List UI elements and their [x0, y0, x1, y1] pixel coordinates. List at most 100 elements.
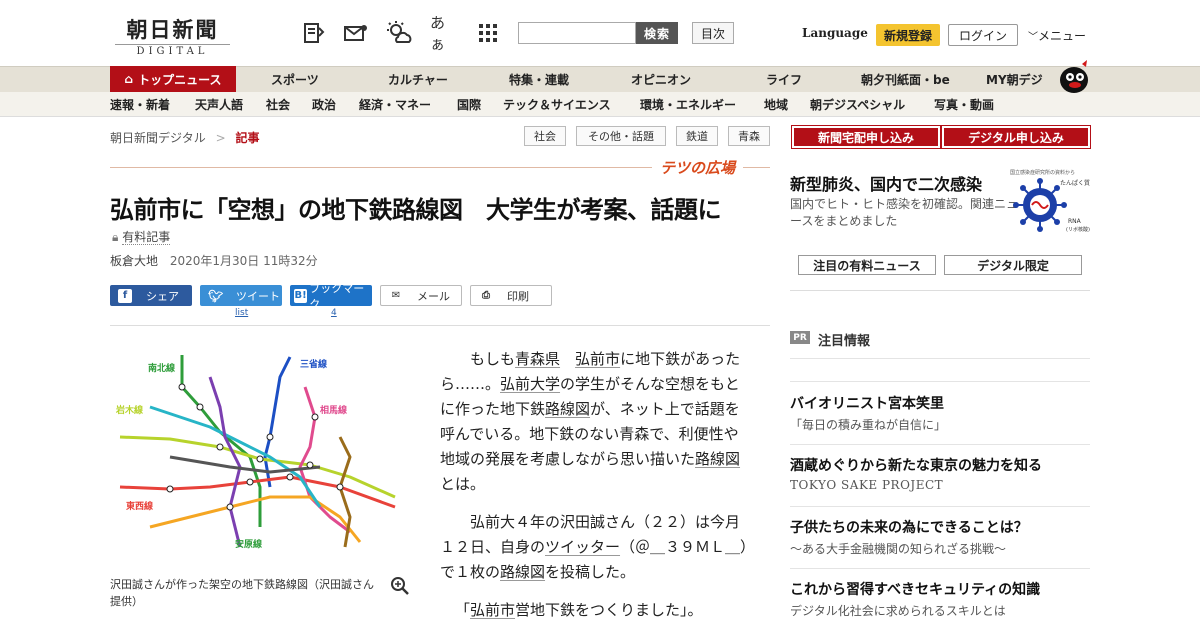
pr-item-title[interactable]: これから習得すべきセキュリティの知識 [790, 579, 1040, 599]
toc-button[interactable]: 目次 [692, 22, 734, 44]
font-size-icon[interactable]: あぁ [430, 14, 458, 53]
language-link[interactable]: Language [802, 26, 868, 40]
digital-exclusive-link[interactable]: デジタル限定 [944, 255, 1082, 275]
weather-icon[interactable] [385, 19, 413, 47]
font-size-label: あぁ [430, 14, 446, 53]
subnav-economy[interactable]: 経済・マネー [359, 92, 431, 117]
subnav-photo-video[interactable]: 写真・動画 [934, 92, 994, 117]
keyword-link[interactable]: 青森県 [515, 350, 560, 368]
article-body: もしも青森県 弘前市に地下鉄があったら……。弘前大学の学生がそんな空想をもとに作… [440, 347, 750, 636]
byline: 板倉大地 2020年1月30日 11時32分 [110, 252, 318, 269]
signup-button[interactable]: 新規登録 [876, 24, 940, 46]
breadcrumb-home[interactable]: 朝日新聞デジタル [110, 131, 206, 145]
divider [790, 381, 1090, 382]
map-label-iwaki: 岩木線 [115, 404, 143, 416]
tag-railway[interactable]: 鉄道 [676, 126, 718, 146]
facebook-icon: f [118, 288, 132, 303]
facebook-share-button[interactable]: f シェア [110, 285, 192, 306]
feature-title[interactable]: 新型肺炎、国内で二次感染 [790, 171, 982, 195]
newspaper-subscribe-button[interactable]: 新聞宅配申し込み [791, 125, 941, 149]
paid-article-label: 🔒︎ 有料記事 [112, 228, 171, 245]
image-caption: 国立感染症研究所の資料から [1010, 169, 1075, 176]
subnav-region[interactable]: 地域 [764, 92, 788, 117]
photo-caption: 沢田誠さんが作った架空の地下鉄路線図（沢田誠さん提供） [110, 578, 374, 608]
breadcrumb: 朝日新聞デジタル > 記事 [110, 129, 260, 146]
hatena-bookmark-button[interactable]: B! ブックマーク [290, 282, 372, 311]
zoom-icon[interactable] [390, 576, 410, 596]
premium-news-link[interactable]: 注目の有料ニュース [798, 255, 936, 275]
nav-item-papers[interactable]: 朝夕刊紙面・be [861, 66, 950, 92]
nav-item-opinion[interactable]: オピニオン [631, 66, 691, 92]
nav-item-culture[interactable]: カルチャー [388, 66, 448, 92]
subnav-tech-science[interactable]: テック＆サイエンス [503, 92, 611, 117]
hatena-share-label: ブックマーク [309, 281, 365, 311]
nav-item-sports[interactable]: スポーツ [271, 66, 319, 92]
virus-image[interactable]: 国立感染症研究所の資料から たんぱく質 RNA (リボ核酸) [1008, 167, 1092, 239]
text: 「 [455, 601, 471, 619]
pr-item-subtitle: 「毎日の積み重ねが自信に」 [790, 418, 947, 432]
pr-item-subtitle: デジタル化社会に求められるスキルとは [790, 604, 1006, 618]
pr-item-title[interactable]: 子供たちの未来の為にできることは？ [790, 517, 1028, 537]
author-name: 板倉大地 [110, 254, 159, 268]
subnav-special[interactable]: 朝デジスペシャル [810, 92, 905, 117]
logo-jp: 朝日新聞 [126, 17, 219, 42]
digital-subscribe-button[interactable]: デジタル申し込み [941, 125, 1091, 149]
nav-item-top-news[interactable]: ⌂ トップニュース [110, 66, 236, 92]
subnav-international[interactable]: 国際 [457, 92, 481, 117]
subnav-tenseijingo[interactable]: 天声人語 [195, 92, 243, 117]
tag-aomori[interactable]: 青森 [728, 126, 770, 146]
series-label[interactable]: テツの広場 [652, 157, 744, 178]
print-button[interactable]: ⎙ 印刷 [470, 285, 552, 306]
keyword-link[interactable]: 弘前大学 [500, 375, 560, 393]
keyword-link[interactable]: 路線図 [545, 400, 590, 418]
map-label-yasuhara: 安原線 [235, 538, 262, 550]
map-label-sansho: 三省線 [300, 358, 327, 370]
divider [110, 325, 770, 326]
breadcrumb-separator: > [215, 131, 226, 145]
twitter-count[interactable]: list [235, 308, 248, 318]
map-label-nanboku: 南北線 [148, 362, 175, 374]
keyword-link[interactable]: ツイッター [545, 538, 620, 556]
subway-map-image: 南北線 三省線 岩木線 相馬線 東西線 安原線 [110, 347, 410, 557]
paragraph: 「弘前市営地下鉄をつくりました」。 [440, 598, 750, 623]
divider [790, 506, 1090, 507]
home-icon: ⌂ [124, 72, 134, 86]
subnav-society[interactable]: 社会 [266, 92, 290, 117]
menu-button[interactable]: ﹀メニュー [1028, 27, 1086, 44]
divider [790, 568, 1090, 569]
subnav-environment[interactable]: 環境・エネルギー [640, 92, 736, 117]
chevron-down-icon: ﹀ [1028, 32, 1038, 43]
nav-item-life[interactable]: ライフ [766, 66, 802, 92]
nav-item-features[interactable]: 特集・連載 [509, 66, 569, 92]
tag-other-topics[interactable]: その他・話題 [576, 126, 666, 146]
pr-item-title[interactable]: バイオリニスト宮本笑里 [790, 393, 944, 413]
hatena-count[interactable]: 4 [331, 308, 337, 318]
menu-label: メニュー [1038, 29, 1087, 43]
text: 営地下鉄をつくりました」。 [515, 601, 703, 619]
keyword-link[interactable]: 路線図 [500, 563, 545, 581]
mascot-icon[interactable] [1056, 58, 1092, 94]
print-label: 印刷 [507, 289, 529, 303]
subnav-breaking[interactable]: 速報・新着 [110, 92, 170, 117]
mail-icon[interactable] [342, 19, 370, 47]
search-button[interactable]: 検索 [636, 22, 678, 44]
site-logo[interactable]: 朝日新聞 DIGITAL [115, 14, 230, 57]
keyword-link[interactable]: 弘前市 [470, 601, 515, 619]
keyword-link[interactable]: 路線図 [695, 450, 740, 468]
image-label: RNA [1068, 218, 1082, 225]
search-input[interactable] [518, 22, 636, 44]
keyword-link[interactable]: 弘前市 [575, 350, 620, 368]
article-photo[interactable]: 南北線 三省線 岩木線 相馬線 東西線 安原線 [110, 347, 410, 557]
tag-society[interactable]: 社会 [524, 126, 566, 146]
nav-item-my-asadigi[interactable]: MY朝デジ [986, 66, 1043, 92]
twitter-share-button[interactable]: 🐦︎ ツイート [200, 285, 282, 306]
newspaper-icon[interactable] [300, 19, 328, 47]
mail-share-icon: ✉︎ [391, 289, 401, 301]
lock-icon: 🔒︎ [112, 230, 119, 244]
subnav-politics[interactable]: 政治 [312, 92, 336, 117]
virus-icon: 国立感染症研究所の資料から たんぱく質 RNA (リボ核酸) [1010, 169, 1090, 233]
mail-share-button[interactable]: ✉︎ メール [380, 285, 462, 306]
login-button[interactable]: ログイン [948, 24, 1018, 46]
grid-icon[interactable] [474, 19, 502, 47]
pr-item-title[interactable]: 酒蔵めぐりから新たな東京の魅力を知る [790, 455, 1042, 475]
